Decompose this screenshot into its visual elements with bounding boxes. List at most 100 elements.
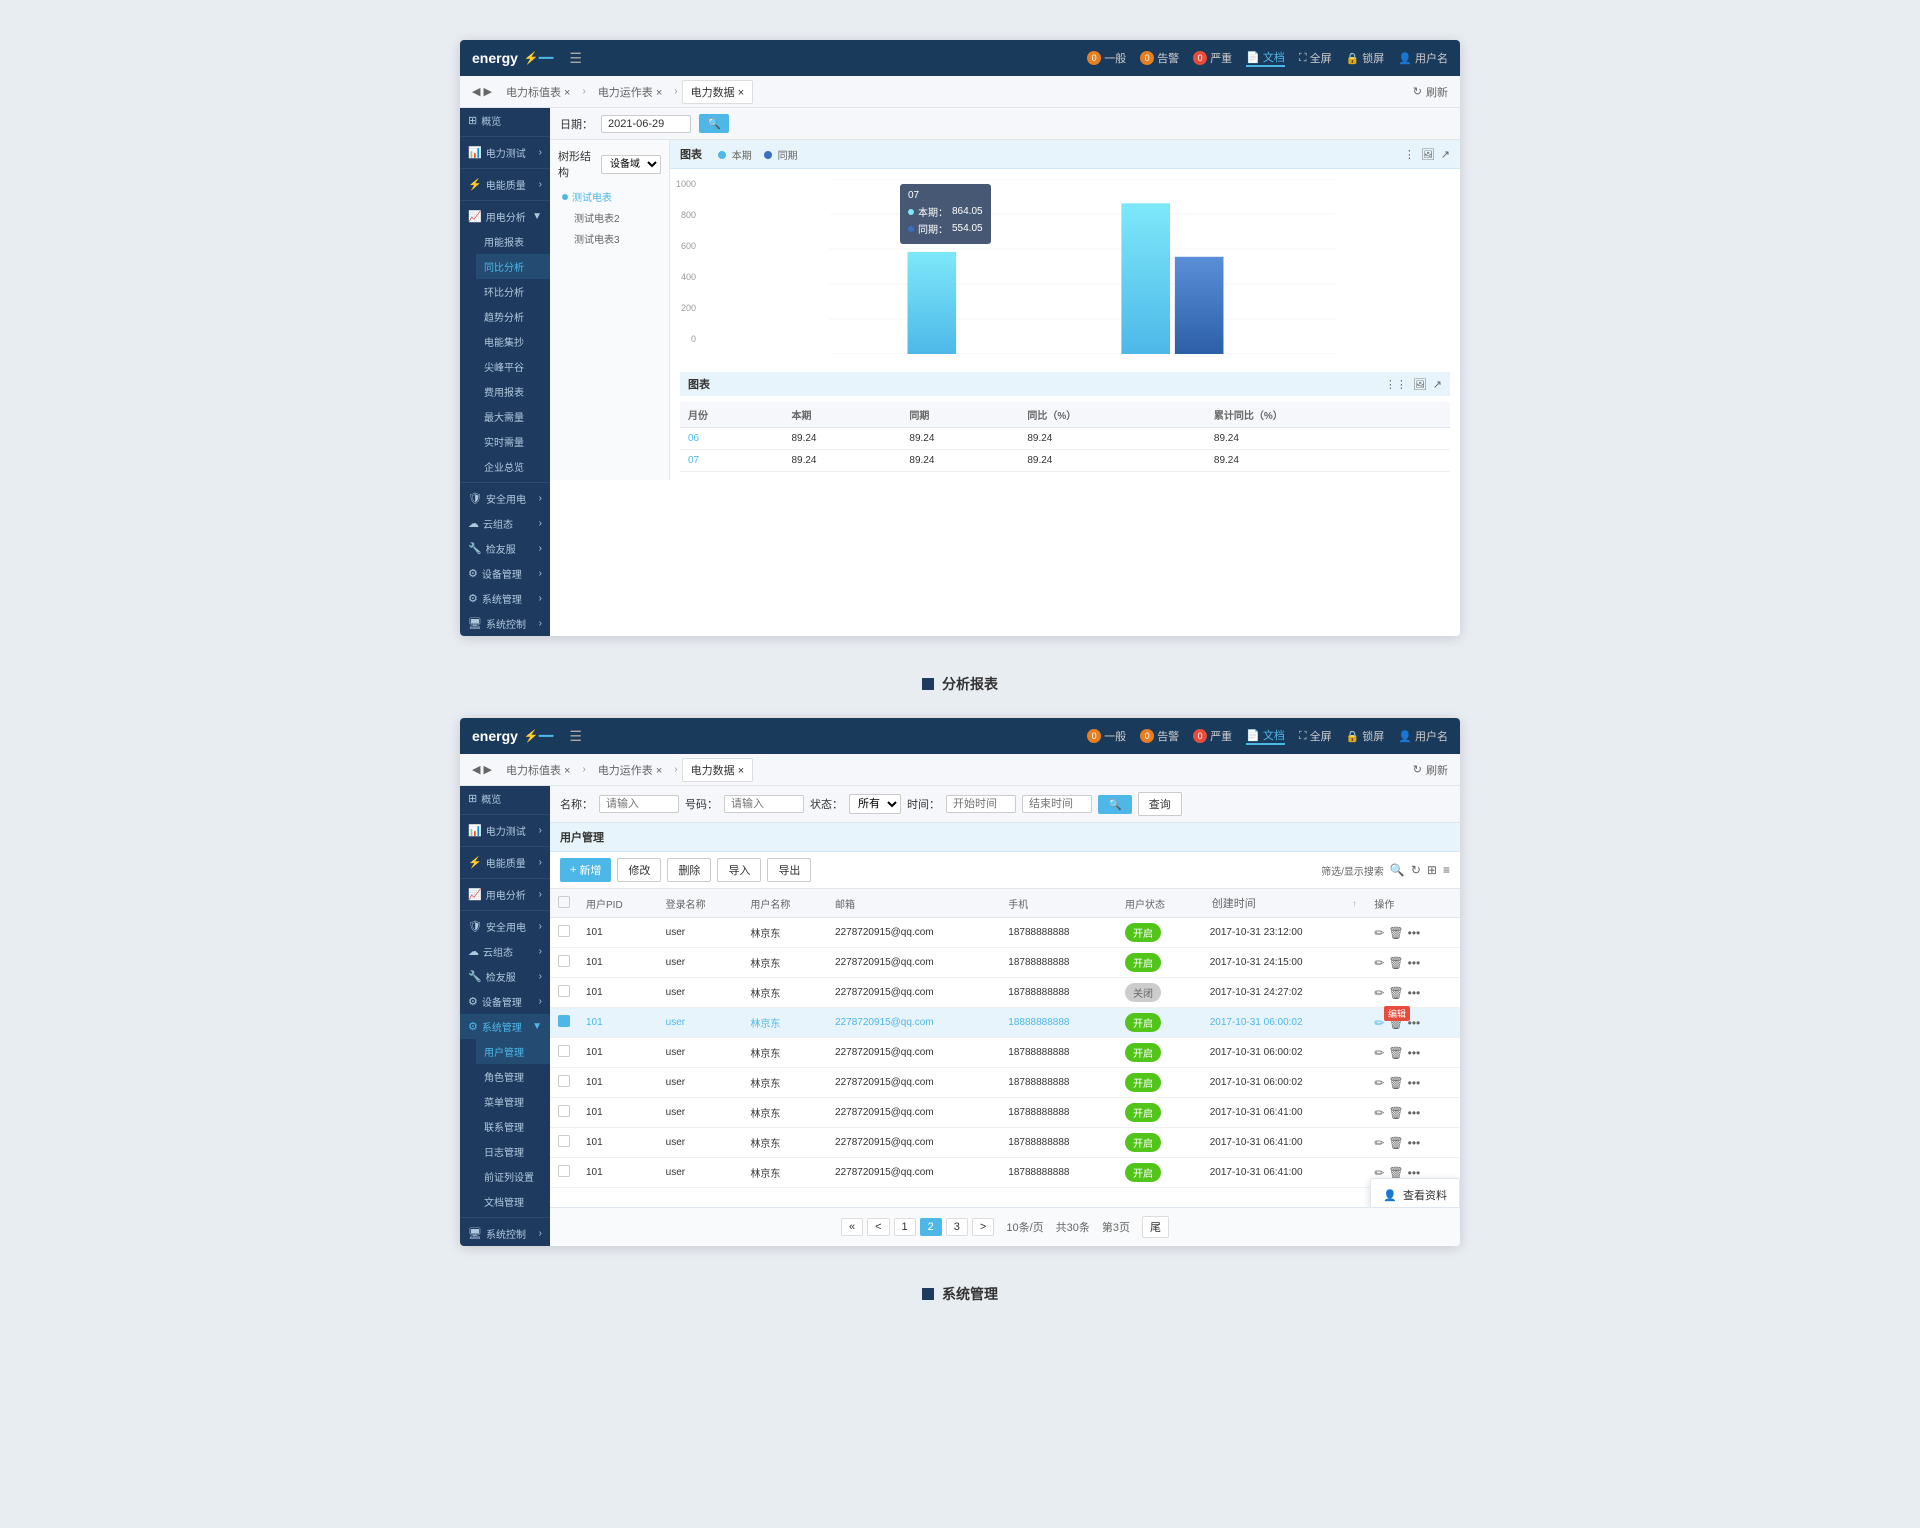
sidebar-overview[interactable]: ⊞ 概览 xyxy=(460,108,550,133)
sidebar2-log-mgmt[interactable]: 日志管理 xyxy=(476,1139,550,1164)
nav-alert-2[interactable]: 0 告警 xyxy=(1140,728,1179,744)
tree-item-3[interactable]: 测试电表3 xyxy=(570,228,661,249)
table-icon-1[interactable]: ⋮⋮ xyxy=(1385,378,1407,391)
chart-action-icon-2[interactable]: 🖼 xyxy=(1421,148,1435,161)
sidebar2-inspect[interactable]: 🔧 检友服 › xyxy=(460,964,550,989)
refresh-btn[interactable]: ↻ 刷新 xyxy=(1413,84,1448,100)
popup-view-profile[interactable]: 👤 查看资料 xyxy=(1371,1183,1459,1207)
sidebar-sysctl[interactable]: 🖥 系统控制 › xyxy=(460,611,550,636)
sidebar2-sysctl[interactable]: 🖥 系统控制 › xyxy=(460,1221,550,1246)
import-button[interactable]: 导入 xyxy=(717,858,761,882)
row1-more-icon[interactable]: ••• xyxy=(1408,926,1421,940)
sidebar-trend[interactable]: 趋势分析 xyxy=(476,304,550,329)
chart-action-icon-3[interactable]: ↗ xyxy=(1441,148,1450,161)
delete-button[interactable]: 删除 xyxy=(667,858,711,882)
refresh-icon-right[interactable]: ↻ xyxy=(1411,863,1421,877)
breadcrumb-tab-2-3[interactable]: 电力数据 × xyxy=(682,758,753,782)
page-1-btn[interactable]: 1 xyxy=(894,1218,916,1236)
page-first-btn[interactable]: « xyxy=(841,1218,863,1236)
tree-item-2[interactable]: 测试电表2 xyxy=(570,207,661,228)
row8-edit-icon[interactable]: ✏ xyxy=(1374,1136,1384,1150)
modify-button[interactable]: 修改 xyxy=(617,858,661,882)
nav-fullscreen[interactable]: ⛶ 全屏 xyxy=(1299,50,1332,66)
nav-user[interactable]: 👤 用户名 xyxy=(1398,50,1448,66)
row1-edit-icon[interactable]: ✏ xyxy=(1374,926,1384,940)
query-btn[interactable]: 查询 xyxy=(1138,792,1182,816)
sort-icon[interactable]: ↑ xyxy=(1352,899,1356,908)
refresh-btn-2[interactable]: ↻ 刷新 xyxy=(1413,762,1448,778)
sidebar2-auth-settings[interactable]: 前证列设置 xyxy=(476,1164,550,1189)
name-input[interactable] xyxy=(599,795,679,813)
sidebar2-pq[interactable]: ⚡ 电能质量 › xyxy=(460,850,550,875)
row3-more-icon[interactable]: ••• xyxy=(1408,986,1421,1000)
time-end-input[interactable] xyxy=(1022,795,1092,813)
nav-general-2[interactable]: 0 一般 xyxy=(1087,728,1126,744)
hamburger-icon-2[interactable]: ☰ xyxy=(569,728,582,745)
sidebar-power-quality[interactable]: ⚡ 电能质量 › xyxy=(460,172,550,197)
sidebar-power-test[interactable]: 📊 电力测试 › xyxy=(460,140,550,165)
nav-docs-2[interactable]: 📄 文档 xyxy=(1246,727,1285,745)
grid-icon[interactable]: ⊞ xyxy=(1427,863,1437,877)
hamburger-icon[interactable]: ☰ xyxy=(569,50,582,67)
breadcrumb-tab-3[interactable]: 电力数据 × xyxy=(682,80,753,104)
sidebar-ratio[interactable]: 环比分析 xyxy=(476,279,550,304)
row3-delete-icon[interactable]: 🗑 xyxy=(1388,986,1403,1000)
sidebar-elec-analysis[interactable]: 📈 用电分析 ▼ xyxy=(460,204,550,229)
row5-checkbox[interactable] xyxy=(558,1045,570,1057)
breadcrumb-tab-2[interactable]: 电力运作表 × xyxy=(590,81,670,103)
select-all-checkbox[interactable] xyxy=(558,896,570,908)
row5-more-icon[interactable]: ••• xyxy=(1408,1046,1421,1060)
sidebar2-doc-mgmt[interactable]: 文档管理 xyxy=(476,1189,550,1214)
sidebar-realtime[interactable]: 实时需量 xyxy=(476,429,550,454)
sidebar-device[interactable]: ⚙ 设备管理 › xyxy=(460,561,550,586)
page-2-btn[interactable]: 2 xyxy=(920,1218,942,1236)
row4-edit-icon[interactable]: ✏ xyxy=(1374,1016,1384,1030)
row3-edit-icon[interactable]: ✏ xyxy=(1374,986,1384,1000)
row8-checkbox[interactable] xyxy=(558,1135,570,1147)
page-3-btn[interactable]: 3 xyxy=(946,1218,968,1236)
search-icon-btn[interactable]: 🔍 xyxy=(1098,795,1132,814)
row2-edit-icon[interactable]: ✏ xyxy=(1374,956,1384,970)
breadcrumb-tab-1[interactable]: 电力标值表 × xyxy=(498,81,578,103)
page-next-btn[interactable]: > xyxy=(972,1218,994,1236)
row7-delete-icon[interactable]: 🗑 xyxy=(1388,1106,1403,1120)
row2-checkbox[interactable] xyxy=(558,955,570,967)
row8-delete-icon[interactable]: 🗑 xyxy=(1388,1136,1403,1150)
list-icon[interactable]: ≡ xyxy=(1443,863,1450,877)
num-input[interactable] xyxy=(724,795,804,813)
date-input[interactable] xyxy=(601,115,691,133)
sidebar-cost[interactable]: 费用报表 xyxy=(476,379,550,404)
nav-user-2[interactable]: 👤 用户名 xyxy=(1398,728,1448,744)
row4-checkbox[interactable] xyxy=(558,1015,570,1027)
sidebar-max-demand[interactable]: 最大需量 xyxy=(476,404,550,429)
sidebar2-system[interactable]: ⚙ 系统管理 ▼ xyxy=(460,1014,550,1039)
sidebar2-contact-mgmt[interactable]: 联系管理 xyxy=(476,1114,550,1139)
row5-edit-icon[interactable]: ✏ xyxy=(1374,1046,1384,1060)
row6-checkbox[interactable] xyxy=(558,1075,570,1087)
row3-checkbox[interactable] xyxy=(558,985,570,997)
export-button[interactable]: 导出 xyxy=(767,858,811,882)
row5-delete-icon[interactable]: 🗑 xyxy=(1388,1046,1403,1060)
nav-general[interactable]: 0 一般 xyxy=(1087,50,1126,66)
sidebar-comparison[interactable]: 同比分析 xyxy=(476,254,550,279)
row9-checkbox[interactable] xyxy=(558,1165,570,1177)
row7-edit-icon[interactable]: ✏ xyxy=(1374,1106,1384,1120)
search-icon-right[interactable]: 🔍 xyxy=(1390,863,1405,877)
tree-dropdown[interactable]: 设备域 xyxy=(601,155,661,174)
nav-severe-2[interactable]: 0 严重 xyxy=(1193,728,1232,744)
sidebar2-user-mgmt[interactable]: 用户管理 xyxy=(476,1039,550,1064)
nav-severe[interactable]: 0 严重 xyxy=(1193,50,1232,66)
row8-more-icon[interactable]: ••• xyxy=(1408,1136,1421,1150)
sidebar2-device[interactable]: ⚙ 设备管理 › xyxy=(460,989,550,1014)
breadcrumb-tab-2-1[interactable]: 电力标值表 × xyxy=(498,759,578,781)
row6-delete-icon[interactable]: 🗑 xyxy=(1388,1076,1403,1090)
table-icon-2[interactable]: 🖼 xyxy=(1413,378,1427,391)
sidebar-inspect[interactable]: 🔧 检友服 › xyxy=(460,536,550,561)
sidebar-peak[interactable]: 尖峰平谷 xyxy=(476,354,550,379)
sidebar-cloud[interactable]: ☁ 云组态 › xyxy=(460,511,550,536)
nav-docs[interactable]: 📄 文档 xyxy=(1246,49,1285,67)
row6-more-icon[interactable]: ••• xyxy=(1408,1076,1421,1090)
time-start-input[interactable] xyxy=(946,795,1016,813)
nav-lock-2[interactable]: 🔒 锁屏 xyxy=(1346,728,1385,744)
sidebar-collect[interactable]: 电能集抄 xyxy=(476,329,550,354)
